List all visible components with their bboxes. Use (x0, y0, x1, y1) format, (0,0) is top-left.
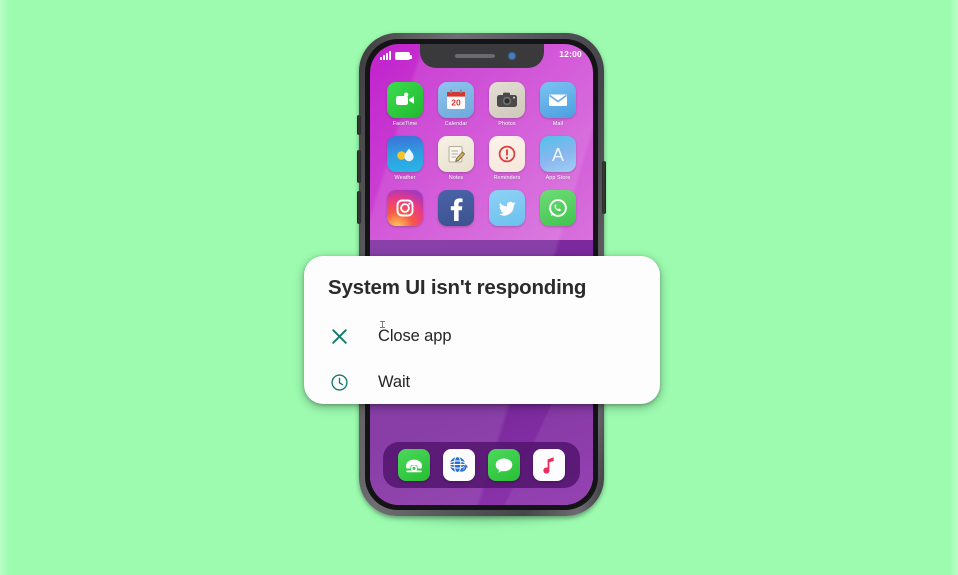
mute-switch[interactable] (357, 115, 361, 135)
calendar-icon: 20 (438, 82, 474, 118)
globe-refresh-icon (449, 455, 469, 473)
battery-icon (395, 52, 412, 60)
front-camera-icon (507, 52, 516, 60)
volume-up-button[interactable] (357, 150, 361, 183)
clock-icon (328, 371, 350, 393)
app-label: Photos (498, 121, 516, 127)
app-facebook[interactable] (435, 190, 477, 229)
home-screen-app-grid: FaceTime 20 Calendar Photos Mail Weather… (370, 82, 593, 238)
music-note-icon (543, 457, 554, 474)
app-reminders[interactable]: Reminders (486, 136, 528, 181)
app-label: Mail (552, 121, 564, 127)
svg-text:20: 20 (451, 98, 461, 108)
app-twitter[interactable] (486, 190, 528, 229)
status-bar-left (380, 51, 412, 60)
app-calendar[interactable]: 20 Calendar (435, 82, 477, 127)
facetime-video-camera-icon (387, 82, 423, 118)
text-cursor-artifact (380, 321, 385, 328)
home-screen-dock (383, 442, 580, 488)
app-row (384, 190, 579, 229)
system-ui-error-dialog: System UI isn't responding Close app Wai… (304, 256, 660, 404)
status-bar-clock: 12:00 (559, 49, 582, 59)
signal-bars-icon (380, 51, 391, 60)
dialog-title: System UI isn't responding (328, 276, 587, 299)
app-label: Reminders (493, 175, 521, 181)
close-app-label: Close app (378, 326, 452, 345)
app-facetime[interactable]: FaceTime (384, 82, 426, 127)
app-whatsapp[interactable] (537, 190, 579, 229)
app-label: Calendar (444, 121, 468, 127)
svg-text:A: A (552, 145, 564, 165)
app-label: FaceTime (392, 121, 418, 127)
app-label: App Store (545, 175, 571, 181)
app-label: Weather (394, 175, 416, 181)
close-app-action[interactable]: Close app (304, 313, 660, 359)
instagram-camera-icon (387, 190, 423, 226)
app-row: Weather Notes Reminders A App Store (384, 136, 579, 181)
camera-icon (489, 82, 525, 118)
envelope-icon (540, 82, 576, 118)
wait-action[interactable]: Wait (304, 359, 660, 405)
screenshot-canvas: 12:00 FaceTime 20 Calendar Photos Mail W… (0, 0, 958, 575)
sun-and-raindrop-icon (387, 136, 423, 172)
wait-label: Wait (378, 372, 410, 391)
speech-bubble-icon (495, 458, 513, 473)
app-row: FaceTime 20 Calendar Photos Mail (384, 82, 579, 127)
whatsapp-phone-icon (540, 190, 576, 226)
app-notes[interactable]: Notes (435, 136, 477, 181)
display-notch (419, 44, 544, 68)
power-button[interactable] (602, 161, 606, 214)
letter-a-icon: A (540, 136, 576, 172)
app-instagram[interactable] (384, 190, 426, 229)
twitter-bird-icon (489, 190, 525, 226)
app-photos[interactable]: Photos (486, 82, 528, 127)
dock-item-messages[interactable] (488, 449, 521, 481)
speaker-grille-icon (454, 54, 495, 58)
app-label: Notes (448, 175, 464, 181)
app-mail[interactable]: Mail (537, 82, 579, 127)
telephone-icon (405, 459, 422, 473)
close-x-icon (328, 325, 350, 347)
facebook-f-icon (438, 190, 474, 226)
dock-item-browser[interactable] (442, 449, 475, 481)
notepad-pencil-icon (438, 136, 474, 172)
volume-down-button[interactable] (357, 191, 361, 224)
app-app-store[interactable]: A App Store (537, 136, 579, 181)
dock-item-phone[interactable] (397, 449, 430, 481)
app-weather[interactable]: Weather (384, 136, 426, 181)
dock-item-music[interactable] (533, 449, 566, 481)
exclamation-circle-icon (489, 136, 525, 172)
